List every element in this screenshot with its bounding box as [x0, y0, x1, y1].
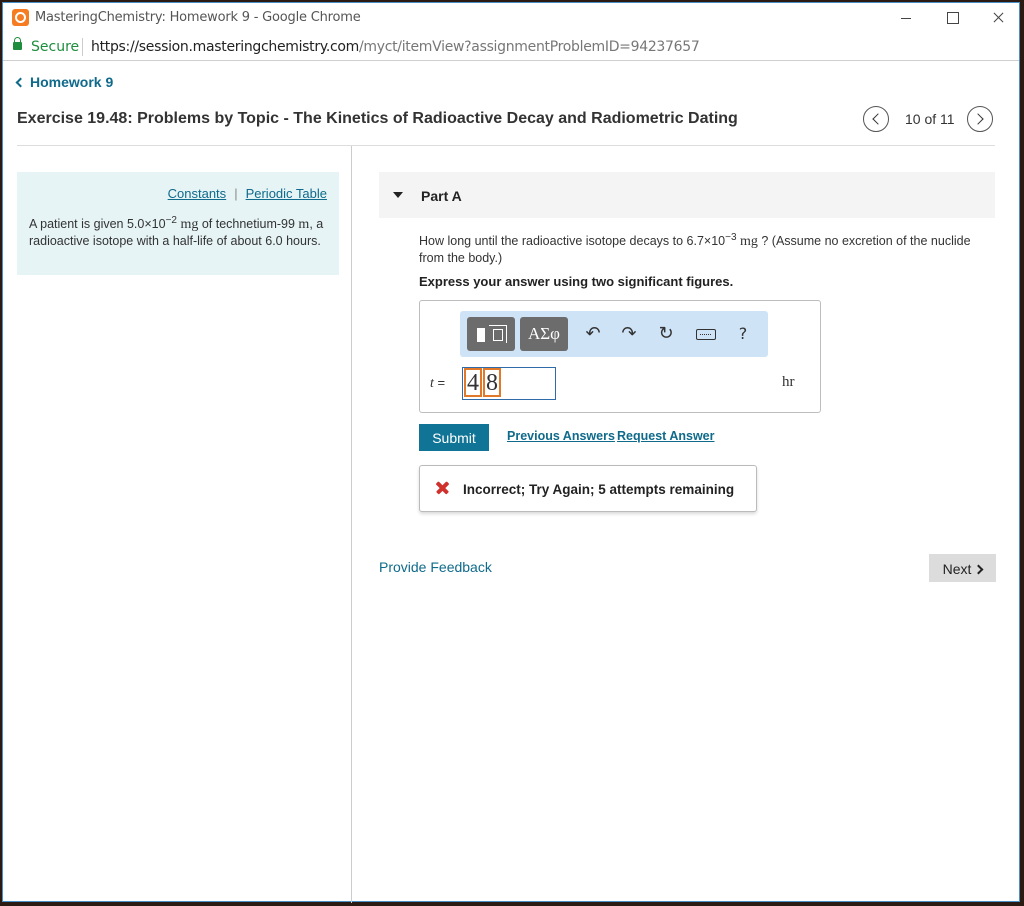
greek-symbols-button[interactable]: ΑΣφ [520, 317, 568, 351]
info-exponent: −2 [165, 215, 177, 226]
incorrect-feedback-box: Incorrect; Try Again; 5 attempts remaini… [419, 465, 757, 512]
mastering-chemistry-icon [12, 9, 29, 26]
redo-icon[interactable]: ↷ [616, 317, 642, 351]
header-divider [17, 145, 995, 146]
question-part: How long until the radioactive isotope d… [419, 234, 726, 249]
next-button[interactable]: Next [929, 554, 996, 582]
info-text-part: A patient is given 5.0×10 [29, 217, 166, 232]
question-exponent: −3 [725, 232, 737, 243]
window-title: MasteringChemistry: Homework 9 - Google … [35, 10, 361, 25]
problem-info-panel: Constants | Periodic Table A patient is gi… [17, 172, 339, 275]
chevron-left-icon [872, 113, 884, 125]
provide-feedback-link[interactable]: Provide Feedback [379, 559, 492, 575]
answer-digit: 4 [464, 368, 482, 397]
help-icon[interactable]: ? [730, 317, 756, 351]
address-bar[interactable]: Secure https://session.masteringchemistr… [3, 33, 1019, 61]
lock-icon [13, 37, 22, 50]
radical-box-icon [493, 329, 503, 341]
page-title: Exercise 19.48: Problems by Topic - The … [17, 110, 738, 127]
url-host: https://session.masteringchemistry.com [91, 39, 359, 55]
pager-count: 10 of 11 [905, 111, 955, 127]
address-separator [82, 38, 83, 56]
answer-input[interactable]: 48 [462, 367, 556, 400]
incorrect-x-icon [434, 480, 450, 496]
back-to-homework-link[interactable]: Homework 9 [15, 74, 114, 90]
chevron-right-icon [972, 113, 984, 125]
keyboard-shape [696, 329, 716, 340]
page-content: Homework 9 Exercise 19.48: Problems by T… [3, 62, 1019, 903]
info-links: Constants | Periodic Table [168, 186, 327, 201]
template-block-icon [477, 328, 485, 342]
info-unit: m [298, 217, 310, 233]
chevron-left-icon [15, 77, 26, 88]
unit-label: hr [782, 374, 795, 390]
constants-link[interactable]: Constants [168, 186, 227, 201]
chevron-right-icon [973, 564, 984, 575]
previous-item-button[interactable] [863, 106, 889, 132]
part-label: Part A [421, 188, 462, 204]
next-item-button[interactable] [967, 106, 993, 132]
variable-label: t = [430, 375, 445, 392]
secure-label: Secure [31, 39, 80, 55]
templates-button[interactable] [467, 317, 515, 351]
feedback-message: Incorrect; Try Again; 5 attempts remaini… [463, 482, 735, 497]
minimize-icon[interactable] [883, 3, 929, 33]
submit-button[interactable]: Submit [419, 424, 489, 451]
keyboard-icon[interactable] [692, 317, 718, 351]
link-separator: | [234, 186, 238, 201]
previous-answers-link[interactable]: Previous Answers [507, 429, 615, 443]
answer-digit: 8 [483, 368, 501, 397]
url-text[interactable]: https://session.masteringchemistry.com/m… [91, 39, 700, 55]
next-label: Next [942, 561, 972, 577]
answer-box: ΑΣφ ↶ ↷ ↻ ? t = 48 hr [419, 300, 821, 413]
close-icon[interactable] [975, 3, 1021, 33]
answer-instruction: Express your answer using two significan… [419, 274, 734, 289]
undo-icon[interactable]: ↶ [580, 317, 606, 351]
maximize-icon[interactable] [929, 3, 975, 33]
collapse-triangle-icon[interactable] [393, 192, 403, 198]
periodic-table-link[interactable]: Periodic Table [246, 186, 327, 201]
reset-icon[interactable]: ↻ [653, 317, 679, 351]
request-answer-link[interactable]: Request Answer [617, 429, 714, 443]
question-text: How long until the radioactive isotope d… [419, 230, 995, 266]
info-unit: mg [176, 217, 199, 233]
equals-sign: = [433, 375, 446, 390]
math-toolbar: ΑΣφ ↶ ↷ ↻ ? [460, 311, 768, 357]
browser-window: MasteringChemistry: Homework 9 - Google … [2, 2, 1020, 903]
title-bar: MasteringChemistry: Homework 9 - Google … [3, 3, 1019, 33]
info-text-part: of technetium-99 [198, 217, 299, 232]
part-a-header[interactable]: Part A [379, 172, 995, 218]
column-divider [351, 146, 352, 903]
question-unit: mg [736, 234, 758, 250]
url-path: /myct/itemView?assignmentProblemID=94237… [358, 39, 700, 55]
back-link-label: Homework 9 [30, 74, 114, 90]
problem-statement: A patient is given 5.0×10−2 mg of techne… [29, 213, 329, 249]
